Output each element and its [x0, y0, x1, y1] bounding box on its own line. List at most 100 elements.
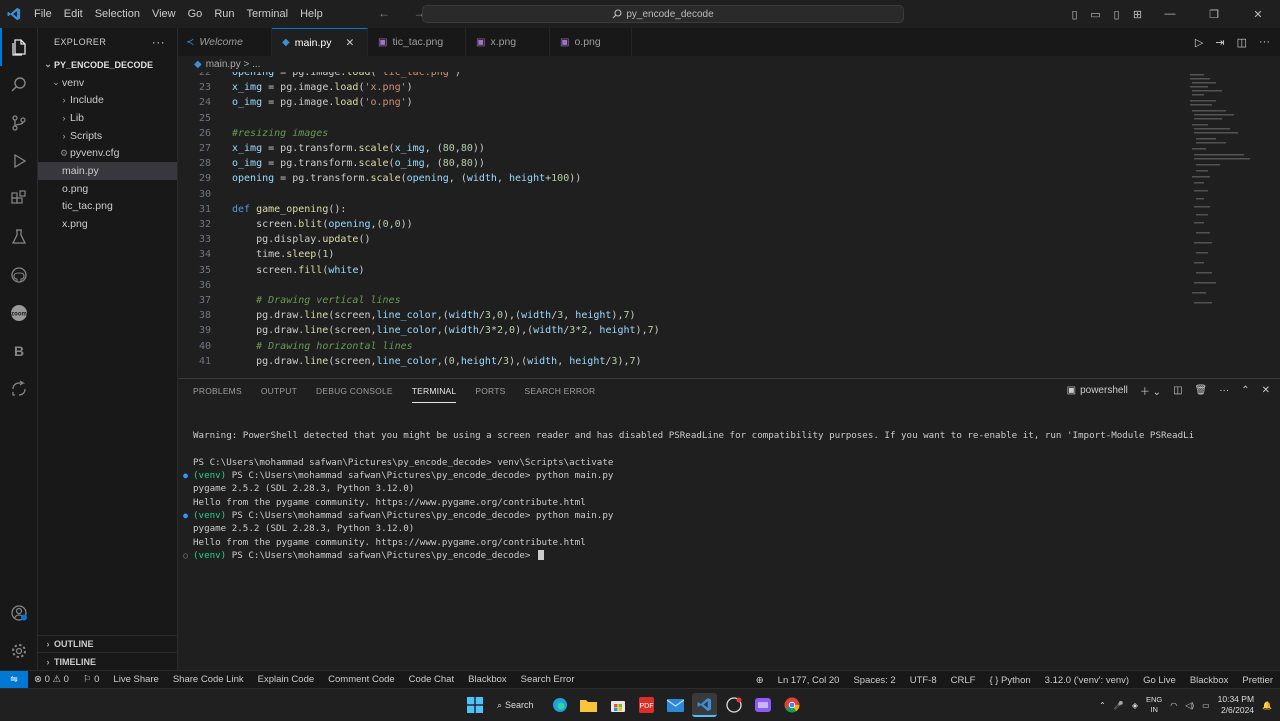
minimap[interactable]: [1188, 72, 1258, 312]
tab-tic-tac-png[interactable]: ▣ tic_tac.png: [368, 28, 466, 56]
code-editor[interactable]: 22 opening = pg.image.load('tic_tac.png')…: [178, 72, 1280, 375]
tab-welcome[interactable]: ≺ Welcome: [178, 28, 272, 56]
wifi-icon[interactable]: ◠: [1170, 701, 1177, 710]
status-item-live-share[interactable]: Live Share: [106, 674, 165, 685]
testing-icon[interactable]: [0, 218, 38, 256]
tree-item-pyvenv-cfg[interactable]: ⚙ pyvenv.cfg: [38, 144, 177, 162]
tree-item-scripts[interactable]: › Scripts: [38, 127, 177, 145]
status-item-crlf[interactable]: CRLF: [944, 675, 983, 686]
settings-gear-icon[interactable]: [0, 632, 38, 670]
more-actions-icon[interactable]: ···: [152, 35, 165, 49]
edge-browser-icon[interactable]: [547, 693, 572, 717]
maximize-panel-icon[interactable]: ⌃: [1241, 385, 1249, 396]
chevron-up-icon[interactable]: ⌃: [1099, 701, 1106, 710]
github-desktop-icon[interactable]: [721, 693, 746, 717]
panel-tab-debug-console[interactable]: DEBUG CONSOLE: [316, 380, 393, 402]
status-item-0[interactable]: ⚐ 0: [76, 674, 106, 685]
chrome-icon[interactable]: [779, 693, 804, 717]
breadcrumb[interactable]: ◆ main.py > ...: [178, 56, 1280, 72]
status-item-comment-code[interactable]: Comment Code: [321, 674, 402, 685]
tab-x-png[interactable]: ▣ x.png: [466, 28, 550, 56]
status-item-utf-8[interactable]: UTF-8: [903, 675, 944, 686]
project-root-folder[interactable]: ⌄ PY_ENCODE_DECODE: [38, 56, 177, 74]
extensions-icon[interactable]: [0, 180, 38, 218]
panel-tab-ports[interactable]: PORTS: [475, 380, 505, 402]
menu-item-view[interactable]: View: [146, 8, 182, 20]
tree-item-lib[interactable]: › Lib: [38, 109, 177, 127]
tree-item-tic-tac-png[interactable]: tic_tac.png: [38, 198, 177, 216]
menu-item-run[interactable]: Run: [208, 8, 240, 20]
menu-item-edit[interactable]: Edit: [58, 8, 89, 20]
toggle-secondary-sidebar-icon[interactable]: ▯: [1106, 8, 1127, 21]
notification-bell-icon[interactable]: 🔔: [1262, 701, 1272, 710]
pdf-reader-icon[interactable]: PDF: [634, 693, 659, 717]
new-terminal-icon[interactable]: ＋ ⌄: [1140, 383, 1161, 398]
status-item-share-code-link[interactable]: Share Code Link: [166, 674, 251, 685]
obs-purple-icon[interactable]: [750, 693, 775, 717]
tab-o-png[interactable]: ▣ o.png: [550, 28, 632, 56]
toggle-sidebar-icon[interactable]: ▯: [1064, 8, 1085, 21]
taskbar-search[interactable]: ⌕ Search: [491, 693, 543, 717]
close-tab-icon[interactable]: ✕: [345, 37, 354, 49]
panel-tab-problems[interactable]: PROBLEMS: [193, 380, 242, 402]
open-changes-icon[interactable]: ⇥: [1215, 36, 1224, 49]
zoom-icon[interactable]: zoom: [0, 294, 38, 332]
close-panel-icon[interactable]: ✕: [1262, 385, 1270, 396]
live-share-icon[interactable]: [0, 370, 38, 408]
more-actions-icon[interactable]: ···: [1259, 36, 1270, 48]
run-python-icon[interactable]: ▷: [1195, 36, 1203, 49]
status-item-spaces-2[interactable]: Spaces: 2: [846, 675, 902, 686]
status-item-python[interactable]: { } Python: [982, 675, 1037, 686]
command-decoration-icon[interactable]: ●: [178, 471, 193, 480]
status-item-ln-177-col-20[interactable]: Ln 177, Col 20: [771, 675, 847, 686]
split-terminal-icon[interactable]: ◫: [1173, 385, 1182, 396]
search-icon[interactable]: [0, 66, 38, 104]
microsoft-store-icon[interactable]: [605, 693, 630, 717]
trash-icon[interactable]: 🗑: [1195, 385, 1208, 396]
zoom-status-icon[interactable]: ⊕: [749, 675, 771, 686]
blackbox-icon[interactable]: B: [0, 332, 38, 370]
menu-item-file[interactable]: File: [28, 8, 58, 20]
minimize-button[interactable]: —: [1148, 8, 1192, 20]
status-item-explain-code[interactable]: Explain Code: [251, 674, 322, 685]
status-item-go-live[interactable]: Go Live: [1136, 675, 1183, 686]
battery-icon[interactable]: ▭: [1202, 701, 1210, 710]
accounts-icon[interactable]: [0, 594, 38, 632]
vscode-taskbar-icon[interactable]: [692, 693, 717, 717]
customize-layout-icon[interactable]: ⊞: [1127, 8, 1148, 21]
status-item-blackbox[interactable]: Blackbox: [1183, 675, 1236, 686]
status-item-code-chat[interactable]: Code Chat: [402, 674, 461, 685]
outline-section[interactable]: › OUTLINE: [38, 634, 178, 653]
panel-tab-terminal[interactable]: TERMINAL: [411, 380, 457, 403]
menu-item-help[interactable]: Help: [294, 8, 329, 20]
toggle-panel-icon[interactable]: ▭: [1085, 8, 1106, 21]
status-item-blackbox[interactable]: Blackbox: [461, 674, 514, 685]
tree-item-include[interactable]: › Include: [38, 91, 177, 109]
tab-main-py[interactable]: ◆ main.py ✕: [272, 28, 368, 56]
panel-tab-output[interactable]: OUTPUT: [261, 380, 297, 402]
mail-icon[interactable]: [663, 693, 688, 717]
status-item-search-error[interactable]: Search Error: [514, 674, 582, 685]
language-indicator[interactable]: ENG IN: [1146, 695, 1162, 715]
menu-item-terminal[interactable]: Terminal: [241, 8, 295, 20]
run-debug-icon[interactable]: [0, 142, 38, 180]
file-explorer-icon[interactable]: [576, 693, 601, 717]
terminal-output[interactable]: Warning: PowerShell detected that you mi…: [178, 429, 1280, 562]
terminal-shell-icon[interactable]: ▣ powershell: [1067, 385, 1128, 396]
status-item-3-12-0-venv-venv[interactable]: 3.12.0 ('venv': venv): [1038, 675, 1136, 686]
menu-item-selection[interactable]: Selection: [89, 8, 146, 20]
tree-item-x-png[interactable]: x.png: [38, 215, 177, 233]
source-control-icon[interactable]: [0, 104, 38, 142]
windows-start-icon[interactable]: [462, 693, 487, 717]
maximize-button[interactable]: ❐: [1192, 8, 1236, 21]
command-decoration-icon[interactable]: ○: [178, 551, 193, 560]
status-item-0-0[interactable]: ⊗ 0 ⚠ 0: [28, 674, 76, 685]
panel-tab-search-error[interactable]: SEARCH ERROR: [524, 380, 595, 402]
explorer-icon[interactable]: [0, 28, 38, 66]
tree-item-venv[interactable]: ⌄ venv: [38, 74, 177, 92]
clock[interactable]: 10:34 PM 2/6/2024: [1218, 694, 1254, 716]
command-decoration-icon[interactable]: ●: [178, 511, 193, 520]
microphone-icon[interactable]: 🎤: [1114, 701, 1124, 710]
vpn-shield-icon[interactable]: ◈: [1132, 701, 1138, 710]
speaker-icon[interactable]: ◁): [1185, 701, 1194, 710]
